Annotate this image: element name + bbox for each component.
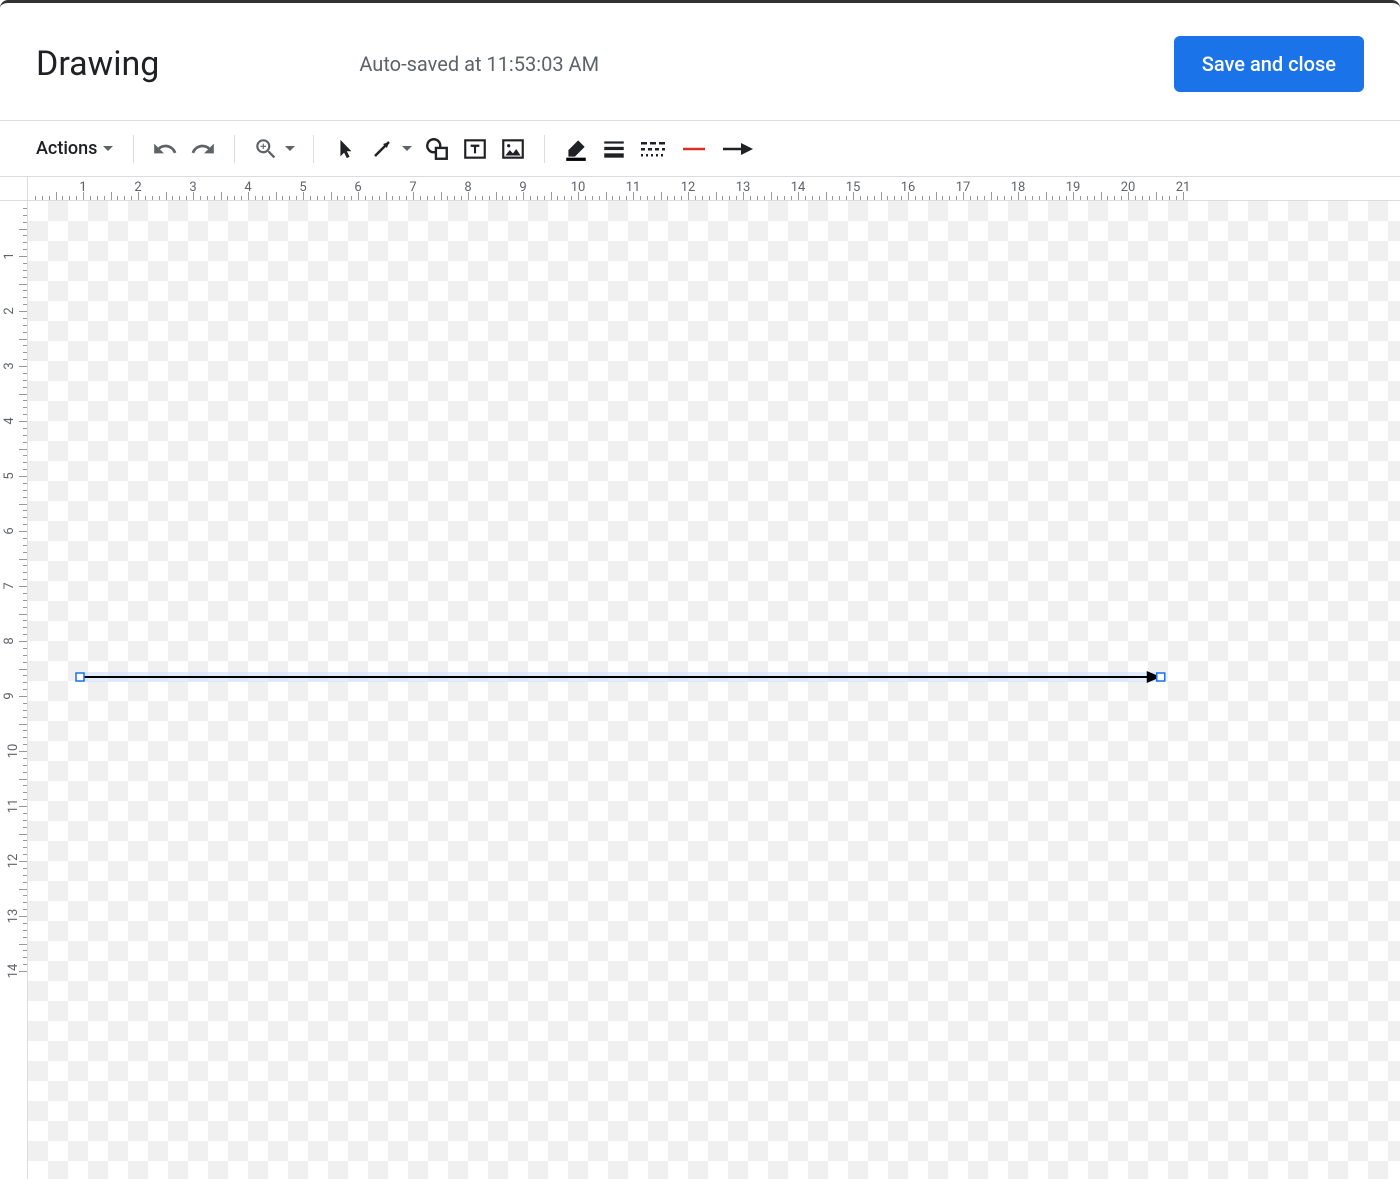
line-icon (370, 137, 394, 161)
line-tool-button[interactable] (366, 132, 416, 166)
dialog-title: Drawing (36, 44, 159, 84)
select-tool-button[interactable] (328, 132, 362, 166)
textbox-icon (462, 136, 488, 162)
save-and-close-button[interactable]: Save and close (1174, 36, 1364, 92)
line-dash-icon (639, 136, 667, 162)
line-color-button[interactable] (559, 132, 593, 166)
resize-handle-start[interactable] (76, 673, 84, 681)
canvas-area: 123456789101112131415161718192021 123456… (0, 177, 1400, 1179)
image-icon (500, 136, 526, 162)
toolbar-separator (133, 135, 134, 163)
undo-button[interactable] (148, 132, 182, 166)
toolbar-separator (544, 135, 545, 163)
textbox-tool-button[interactable] (458, 132, 492, 166)
line-end-icon (721, 139, 755, 159)
shape-icon (424, 136, 450, 162)
vertical-ruler[interactable]: 1234567891011121314 (0, 201, 28, 1179)
toolbar: Actions (0, 121, 1400, 177)
line-start-icon (679, 139, 709, 159)
line-dash-button[interactable] (635, 132, 671, 166)
zoom-icon (253, 136, 279, 162)
chevron-down-icon (285, 146, 295, 151)
actions-label: Actions (36, 138, 97, 159)
line-color-icon (563, 136, 589, 162)
cursor-icon (334, 138, 356, 160)
image-tool-button[interactable] (496, 132, 530, 166)
arrow-shape[interactable] (60, 657, 1181, 697)
ruler-corner (0, 177, 28, 201)
autosave-status: Auto-saved at 11:53:03 AM (359, 52, 1173, 76)
undo-icon (152, 136, 178, 162)
shape-tool-button[interactable] (420, 132, 454, 166)
chevron-down-icon (103, 146, 113, 151)
drawing-canvas[interactable] (28, 201, 1400, 1179)
line-weight-button[interactable] (597, 132, 631, 166)
resize-handle-end[interactable] (1157, 673, 1165, 681)
toolbar-separator (313, 135, 314, 163)
line-weight-icon (601, 136, 627, 162)
redo-icon (190, 136, 216, 162)
horizontal-ruler[interactable]: 123456789101112131415161718192021 (28, 177, 1400, 201)
redo-button[interactable] (186, 132, 220, 166)
chevron-down-icon (402, 146, 412, 151)
line-end-button[interactable] (717, 132, 759, 166)
dialog-header: Drawing Auto-saved at 11:53:03 AM Save a… (0, 3, 1400, 121)
line-start-button[interactable] (675, 132, 713, 166)
actions-menu-button[interactable]: Actions (30, 132, 119, 166)
toolbar-separator (234, 135, 235, 163)
zoom-button[interactable] (249, 132, 299, 166)
